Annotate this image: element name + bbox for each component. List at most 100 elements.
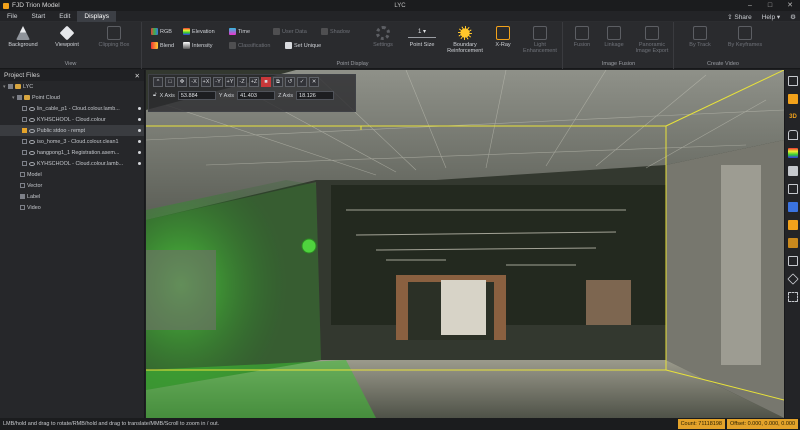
record-button[interactable]: ■ bbox=[261, 77, 271, 87]
close-icon[interactable]: ✕ bbox=[780, 0, 800, 11]
tree-checkbox[interactable] bbox=[20, 194, 25, 199]
top-view-icon[interactable] bbox=[788, 202, 798, 212]
linkage-button[interactable]: Linkage bbox=[600, 26, 628, 48]
grid-view-icon[interactable] bbox=[788, 76, 798, 86]
color-scale-icon[interactable] bbox=[788, 148, 798, 158]
menu-start[interactable]: Start bbox=[24, 11, 52, 22]
tree-row-video[interactable]: Video bbox=[0, 202, 144, 213]
tree-row-label[interactable]: Label bbox=[0, 191, 144, 202]
side-view-icon[interactable] bbox=[788, 238, 798, 248]
eye-icon[interactable] bbox=[29, 117, 35, 122]
boundary-reinforcement-button[interactable]: Boundary Reinforcement bbox=[443, 26, 487, 54]
tree-row-cloud[interactable]: hangpong1_1 Registration.asem... bbox=[0, 147, 144, 158]
tree-row-cloud-selected[interactable]: Public stdoo - rempt bbox=[0, 125, 144, 136]
tree-row-cloud[interactable]: iso_home_3 - Cloud.colour.clean1 bbox=[0, 136, 144, 147]
plus-z-button[interactable]: +Z bbox=[249, 77, 259, 87]
minus-z-button[interactable]: -Z bbox=[237, 77, 247, 87]
set-unique-button[interactable]: Set Unique bbox=[285, 42, 321, 49]
plus-y-button[interactable]: +Y bbox=[225, 77, 235, 87]
tree-checkbox[interactable] bbox=[22, 106, 27, 111]
x-axis-input[interactable]: 53.884 bbox=[177, 91, 216, 100]
viewpoint-button[interactable]: Viewpoint bbox=[50, 25, 84, 48]
move-button[interactable]: ✥ bbox=[177, 77, 187, 87]
tree-checkbox[interactable] bbox=[22, 117, 27, 122]
tree-checkbox[interactable] bbox=[8, 84, 13, 89]
navigation-sphere-icon[interactable] bbox=[301, 238, 317, 254]
point-cloud-viewport[interactable] bbox=[146, 70, 784, 418]
fusion-button[interactable]: Fusion bbox=[568, 26, 596, 48]
camera-icon[interactable] bbox=[788, 94, 798, 104]
3d-view-icon[interactable]: 3D bbox=[788, 112, 798, 122]
tree-row-cloud[interactable]: KYHSCHOOL - Cloud.colour.lamb... bbox=[0, 158, 144, 169]
menu-file[interactable]: File bbox=[0, 11, 24, 22]
minimize-icon[interactable]: – bbox=[740, 0, 760, 11]
layers-icon[interactable] bbox=[788, 184, 798, 194]
blend-button[interactable]: Blend bbox=[151, 42, 174, 49]
cancel-button[interactable]: ✕ bbox=[309, 77, 319, 87]
help-button[interactable]: Help ▾ bbox=[762, 13, 780, 21]
user-data-button[interactable]: User Data bbox=[273, 28, 307, 35]
elevation-button[interactable]: Elevation bbox=[183, 28, 215, 35]
tree-row-vector[interactable]: Vector bbox=[0, 180, 144, 191]
eye-icon[interactable] bbox=[29, 150, 35, 155]
tree-checkbox[interactable] bbox=[20, 172, 25, 177]
tree-row-cloud[interactable]: lin_cable_p1 - Cloud.colour.lamb... bbox=[0, 103, 144, 114]
maximize-icon[interactable]: □ bbox=[760, 0, 780, 11]
tree-checkbox[interactable] bbox=[20, 183, 25, 188]
classification-button[interactable]: Classification bbox=[229, 42, 270, 49]
box-select-button[interactable]: □ bbox=[165, 77, 175, 87]
plus-x-button[interactable]: +X bbox=[201, 77, 211, 87]
confirm-button[interactable]: ✓ bbox=[297, 77, 307, 87]
panel-close-icon[interactable]: ✕ bbox=[135, 72, 140, 80]
time-button[interactable]: Time bbox=[229, 28, 250, 35]
eye-icon[interactable] bbox=[29, 128, 35, 133]
tree-row-root[interactable]: ▾ LYC bbox=[0, 81, 144, 92]
back-view-icon[interactable] bbox=[788, 256, 798, 266]
iso-view-icon[interactable] bbox=[787, 273, 799, 285]
tree-checkbox[interactable] bbox=[20, 205, 25, 210]
collapse-button[interactable]: ^ bbox=[153, 77, 163, 87]
tree-checkbox[interactable] bbox=[17, 95, 22, 100]
tree-checkbox[interactable] bbox=[22, 128, 27, 133]
point-size-control[interactable]: 1 ▾ Point Size bbox=[405, 26, 439, 48]
eye-icon[interactable] bbox=[29, 161, 35, 166]
clipping-box-button[interactable]: Clipping Box bbox=[94, 26, 134, 48]
front-view-icon[interactable] bbox=[788, 220, 798, 230]
app-name: FJD Trion Model bbox=[12, 2, 60, 9]
tree-checkbox[interactable] bbox=[22, 139, 27, 144]
by-track-button[interactable]: By Track bbox=[685, 26, 715, 48]
tree-checkbox[interactable] bbox=[22, 150, 27, 155]
eye-icon[interactable] bbox=[29, 106, 35, 111]
y-axis-input[interactable]: 41.403 bbox=[237, 91, 276, 100]
eye-icon[interactable] bbox=[29, 139, 35, 144]
tree-checkbox[interactable] bbox=[22, 161, 27, 166]
copy-button[interactable]: ⧉ bbox=[273, 77, 283, 87]
tree-row-point-cloud[interactable]: ▾ Point Cloud bbox=[0, 92, 144, 103]
shadow-button[interactable]: Shadow bbox=[321, 28, 350, 35]
reset-button[interactable]: ↺ bbox=[285, 77, 295, 87]
xray-button[interactable]: X-Ray bbox=[489, 26, 517, 48]
lock-view-icon[interactable] bbox=[788, 130, 798, 140]
lock-icon[interactable]: 🔓︎ bbox=[153, 92, 157, 99]
light-enhancement-button[interactable]: Light Enhancement bbox=[521, 26, 559, 54]
intensity-button[interactable]: Intensity bbox=[183, 42, 212, 49]
measure-icon[interactable] bbox=[788, 166, 798, 176]
crop-icon[interactable] bbox=[788, 292, 798, 302]
panoramic-image-export-button[interactable]: Panoramic Image Export bbox=[632, 26, 672, 54]
by-keyframes-button[interactable]: By Keyframes bbox=[723, 26, 767, 48]
menu-edit[interactable]: Edit bbox=[52, 11, 77, 22]
tree-row-model[interactable]: Model bbox=[0, 169, 144, 180]
by-keyframes-label: By Keyframes bbox=[727, 42, 763, 48]
minus-x-button[interactable]: -X bbox=[189, 77, 199, 87]
keyframes-icon bbox=[738, 26, 752, 40]
rgb-button[interactable]: RGB bbox=[151, 28, 172, 35]
minus-y-button[interactable]: -Y bbox=[213, 77, 223, 87]
share-button[interactable]: ⇪ Share bbox=[727, 13, 752, 21]
settings-icon[interactable]: ⚙ bbox=[790, 13, 796, 21]
tree-row-cloud[interactable]: KYHSCHOOL - Cloud.colour bbox=[0, 114, 144, 125]
z-axis-input[interactable]: 18.126 bbox=[296, 91, 335, 100]
settings-button[interactable]: Settings bbox=[369, 26, 397, 48]
point-size-select[interactable]: 1 ▾ bbox=[408, 28, 436, 38]
background-button[interactable]: Background bbox=[6, 26, 40, 48]
menu-displays[interactable]: Displays bbox=[77, 10, 116, 22]
